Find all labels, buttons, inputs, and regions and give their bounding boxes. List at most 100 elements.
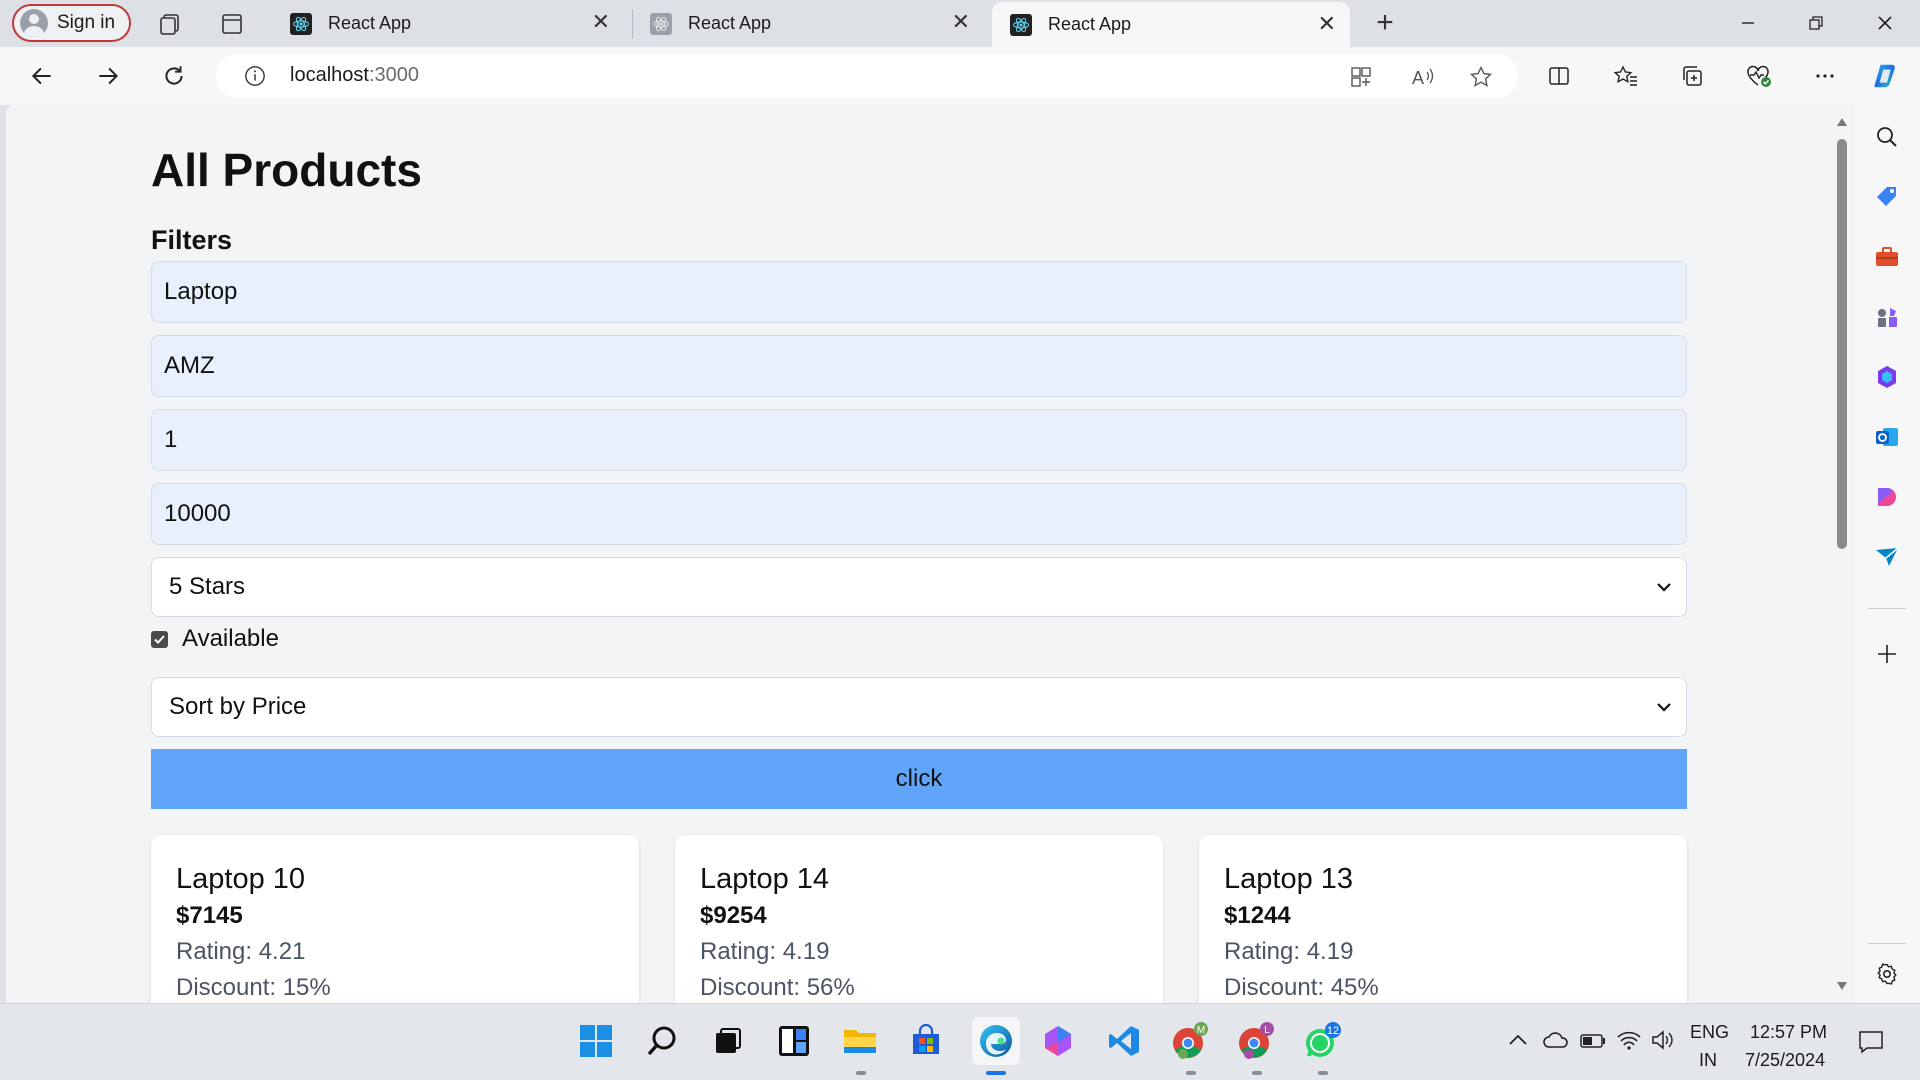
close-window-button[interactable] — [1862, 6, 1908, 40]
max-price-input[interactable]: 10000 — [151, 483, 1687, 545]
scroll-up-icon[interactable] — [1836, 117, 1848, 127]
profile-sign-in-button[interactable]: Sign in — [12, 4, 131, 42]
forward-button[interactable] — [91, 59, 125, 93]
page-viewport: All Products Filters Laptop AMZ 1 10000 … — [6, 105, 1830, 1003]
tab-react-app-active[interactable]: React App ✕ — [992, 2, 1350, 47]
shopping-tag-icon[interactable] — [1873, 183, 1901, 211]
microsoft-365-icon[interactable] — [1873, 363, 1901, 391]
tab-react-app-2[interactable]: React App ✕ — [632, 0, 984, 47]
site-info-icon[interactable] — [244, 65, 266, 92]
read-aloud-icon[interactable]: A — [1410, 65, 1436, 94]
back-button[interactable] — [25, 59, 59, 93]
clock-date[interactable]: 7/25/2024 — [1745, 1050, 1825, 1071]
gear-icon[interactable] — [1873, 960, 1901, 988]
tab-react-app-1[interactable]: React App ✕ — [272, 0, 624, 47]
add-sidebar-app-icon[interactable] — [1873, 640, 1901, 668]
language-region[interactable]: IN — [1699, 1050, 1717, 1071]
copilot-icon[interactable] — [1872, 61, 1902, 91]
games-chess-icon[interactable] — [1873, 303, 1901, 331]
react-icon — [650, 12, 672, 35]
running-indicator — [1318, 1071, 1328, 1075]
product-discount: Discount: 56% — [700, 974, 855, 1001]
edge-sidebar — [1854, 105, 1920, 1003]
active-indicator — [986, 1071, 1006, 1075]
designer-icon[interactable] — [1873, 483, 1901, 511]
search-icon[interactable] — [1873, 123, 1901, 151]
product-name: Laptop 10 — [176, 863, 306, 895]
sort-select-value: Sort by Price — [169, 693, 307, 720]
send-drop-icon[interactable] — [1873, 543, 1901, 571]
collections-icon[interactable] — [1677, 61, 1707, 91]
more-options-icon[interactable] — [1810, 61, 1840, 91]
product-card[interactable]: Laptop 14 $9254 Rating: 4.19 Discount: 5… — [675, 835, 1163, 1003]
start-windows-icon[interactable] — [576, 1021, 616, 1061]
widgets-icon[interactable] — [774, 1021, 814, 1061]
tab-title: React App — [328, 13, 412, 33]
sidebar-divider — [1868, 943, 1906, 944]
submit-filters-button[interactable]: click — [151, 749, 1687, 809]
product-card[interactable]: Laptop 10 $7145 Rating: 4.21 Discount: 1… — [151, 835, 639, 1003]
svg-text:A: A — [1412, 68, 1424, 88]
search-icon[interactable] — [642, 1021, 682, 1061]
split-screen-icon[interactable] — [1544, 61, 1574, 91]
rating-select[interactable]: 5 Stars — [151, 557, 1687, 617]
favorites-icon[interactable] — [1611, 61, 1641, 91]
chrome-profile-m-icon[interactable]: M — [1170, 1021, 1210, 1061]
company-input[interactable]: AMZ — [151, 335, 1687, 397]
vertical-tabs-icon[interactable] — [217, 9, 247, 39]
whatsapp-icon[interactable]: 12 — [1302, 1021, 1342, 1061]
running-indicator — [1252, 1071, 1262, 1075]
onedrive-cloud-icon[interactable] — [1543, 1030, 1569, 1055]
microsoft-store-icon[interactable] — [906, 1021, 946, 1061]
min-price-input[interactable]: 1 — [151, 409, 1687, 471]
clock-time[interactable]: 12:57 PM — [1750, 1022, 1827, 1043]
available-checkbox[interactable] — [151, 630, 168, 648]
restore-button[interactable] — [1793, 6, 1839, 40]
tab-close-icon[interactable]: ✕ — [1318, 13, 1336, 35]
tab-close-icon[interactable]: ✕ — [952, 11, 970, 33]
notifications-icon[interactable] — [1858, 1030, 1884, 1059]
product-rating: Rating: 4.21 — [176, 938, 306, 965]
category-input[interactable]: Laptop — [151, 261, 1687, 323]
volume-icon[interactable] — [1650, 1029, 1676, 1056]
profile-label: Sign in — [57, 12, 116, 33]
scroll-down-icon[interactable] — [1836, 981, 1848, 991]
sidebar-divider — [1868, 608, 1906, 609]
browser-essentials-icon[interactable] — [1744, 61, 1774, 91]
workspaces-icon[interactable] — [155, 9, 185, 39]
product-price: $9254 — [700, 902, 767, 929]
show-hidden-icons-chevron-icon[interactable] — [1508, 1032, 1528, 1051]
scroll-thumb[interactable] — [1837, 139, 1847, 549]
language-code[interactable]: ENG — [1690, 1022, 1729, 1043]
filters-heading: Filters — [151, 225, 233, 255]
outlook-icon[interactable] — [1873, 423, 1901, 451]
react-icon — [290, 12, 312, 35]
file-explorer-icon[interactable] — [840, 1021, 880, 1061]
product-name: Laptop 13 — [1224, 863, 1354, 895]
battery-icon[interactable] — [1580, 1034, 1606, 1053]
app-available-icon[interactable] — [1349, 65, 1373, 94]
product-rating: Rating: 4.19 — [700, 938, 830, 965]
refresh-button[interactable] — [157, 59, 191, 93]
copilot-app-icon[interactable] — [1038, 1021, 1078, 1061]
address-bar[interactable]: localhost:3000 A — [216, 54, 1518, 98]
new-tab-button[interactable]: + — [1370, 8, 1400, 38]
tab-close-icon[interactable]: ✕ — [592, 11, 610, 33]
rating-select-value: 5 Stars — [169, 573, 246, 600]
vscode-icon[interactable] — [1104, 1021, 1144, 1061]
running-indicator — [1186, 1071, 1196, 1075]
task-view-icon[interactable] — [708, 1021, 748, 1061]
product-name: Laptop 14 — [700, 863, 830, 895]
wifi-icon[interactable] — [1616, 1028, 1642, 1055]
page-scrollbar[interactable] — [1830, 105, 1854, 1003]
favorite-star-icon[interactable] — [1469, 65, 1493, 94]
edge-browser-icon[interactable] — [972, 1017, 1020, 1065]
product-discount: Discount: 15% — [176, 974, 331, 1001]
minimize-button[interactable] — [1725, 6, 1771, 40]
url-text[interactable]: localhost:3000 — [290, 64, 419, 87]
tools-briefcase-icon[interactable] — [1873, 243, 1901, 271]
product-card[interactable]: Laptop 13 $1244 Rating: 4.19 Discount: 4… — [1199, 835, 1687, 1003]
browser-toolbar: localhost:3000 A — [0, 47, 1920, 105]
chrome-profile-l-icon[interactable]: L — [1236, 1021, 1276, 1061]
sort-select[interactable]: Sort by Price — [151, 677, 1687, 737]
